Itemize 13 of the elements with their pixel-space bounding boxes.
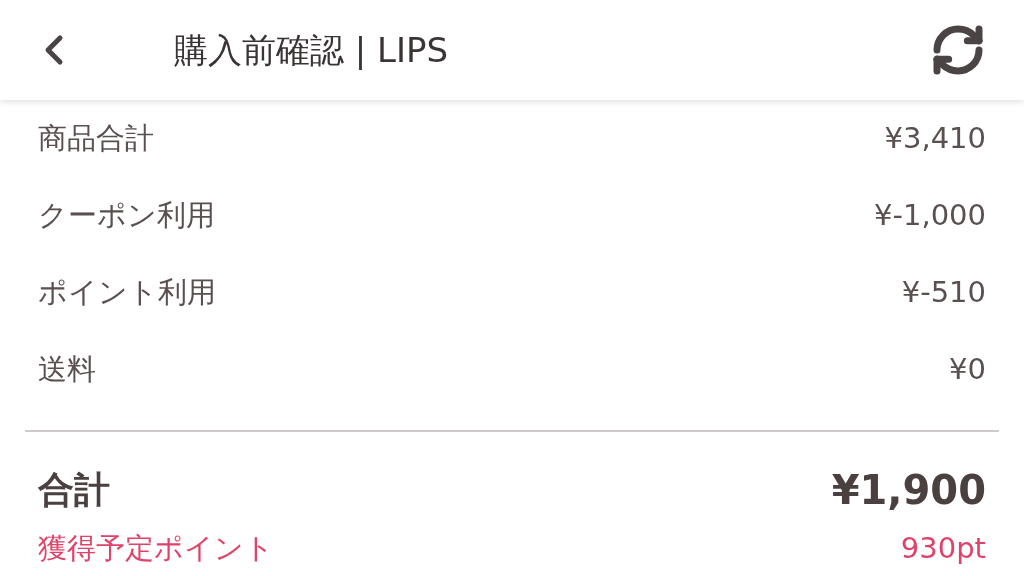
line-label: クーポン利用 — [38, 196, 215, 234]
line-amount: ¥-510 — [901, 273, 986, 311]
page-title: 購入前確認 | LIPS — [174, 28, 449, 72]
line-amount: ¥-1,000 — [874, 196, 986, 234]
total-amount: ¥1,900 — [831, 466, 986, 515]
points-amount: 930pt — [900, 530, 986, 568]
line-amount: ¥3,410 — [884, 119, 986, 157]
points-label: 獲得予定ポイント — [38, 530, 274, 568]
line-label: 商品合計 — [38, 119, 154, 157]
total-label: 合計 — [38, 468, 110, 512]
line-label: ポイント利用 — [38, 273, 216, 311]
line-amount: ¥0 — [949, 350, 986, 388]
line-label: 送料 — [38, 350, 96, 388]
